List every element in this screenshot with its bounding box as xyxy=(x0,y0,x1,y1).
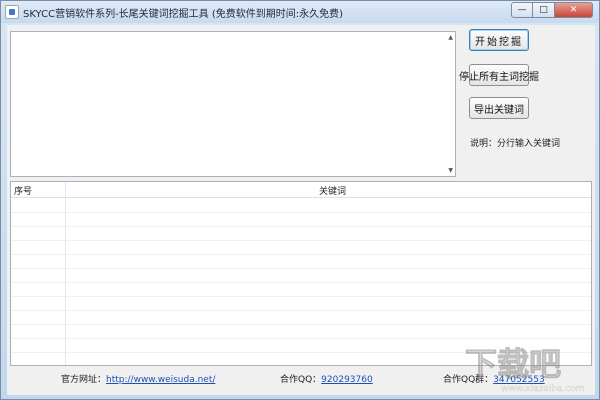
app-icon xyxy=(5,5,19,19)
table-row-line xyxy=(11,254,591,255)
start-mining-button[interactable]: 开始挖掘 xyxy=(469,29,529,51)
maximize-button[interactable]: □ xyxy=(533,2,555,18)
title-bar[interactable]: SKYCC营销软件系列-长尾关键词挖掘工具 (免费软件到期时间:永久免费) — … xyxy=(1,1,599,23)
column-header-keyword[interactable]: 关键词 xyxy=(319,184,346,197)
client-area: ▲ ▼ 开始挖掘 停止所有主词挖掘 导出关键词 说明：分行输入关键词 序号 关键… xyxy=(7,25,595,395)
qq-link[interactable]: 920293760 xyxy=(321,375,373,385)
footer-website: 官方网址：http://www.weisuda.net/ xyxy=(61,372,215,385)
website-link[interactable]: http://www.weisuda.net/ xyxy=(106,375,215,385)
table-row-line xyxy=(11,352,591,353)
table-row-line xyxy=(11,226,591,227)
table-row-line xyxy=(11,282,591,283)
window-title: SKYCC营销软件系列-长尾关键词挖掘工具 (免费软件到期时间:永久免费) xyxy=(23,9,344,20)
footer-qq-group: 合作QQ群：347052553 xyxy=(443,372,545,385)
app-window: SKYCC营销软件系列-长尾关键词挖掘工具 (免费软件到期时间:永久免费) — … xyxy=(0,0,600,400)
website-label: 官方网址： xyxy=(61,375,107,385)
qq-group-label: 合作QQ群： xyxy=(443,375,494,385)
scroll-up-icon[interactable]: ▲ xyxy=(448,34,453,41)
window-controls: — □ ✕ xyxy=(511,2,593,18)
stop-all-button[interactable]: 停止所有主词挖掘 xyxy=(459,64,539,86)
keyword-input[interactable]: ▲ ▼ xyxy=(10,31,456,177)
results-table[interactable]: 序号 关键词 xyxy=(10,181,592,366)
scroll-down-icon[interactable]: ▼ xyxy=(448,167,453,174)
close-button[interactable]: ✕ xyxy=(555,2,593,18)
column-header-index[interactable]: 序号 xyxy=(14,184,32,197)
table-row-line xyxy=(11,268,591,269)
qq-label: 合作QQ： xyxy=(280,375,322,385)
export-keywords-button[interactable]: 导出关键词 xyxy=(469,97,529,119)
footer-qq: 合作QQ：920293760 xyxy=(280,372,373,385)
results-header: 序号 关键词 xyxy=(11,182,591,198)
table-row-line xyxy=(11,338,591,339)
minimize-button[interactable]: — xyxy=(511,2,533,18)
qq-group-link[interactable]: 347052553 xyxy=(493,375,545,385)
table-row-line xyxy=(11,240,591,241)
table-row-line xyxy=(11,310,591,311)
keyword-input-scrollbar[interactable]: ▲ ▼ xyxy=(445,32,455,176)
table-row-line xyxy=(11,296,591,297)
instruction-note: 说明：分行输入关键词 xyxy=(470,139,561,149)
table-row-line xyxy=(11,324,591,325)
table-row-line xyxy=(11,212,591,213)
